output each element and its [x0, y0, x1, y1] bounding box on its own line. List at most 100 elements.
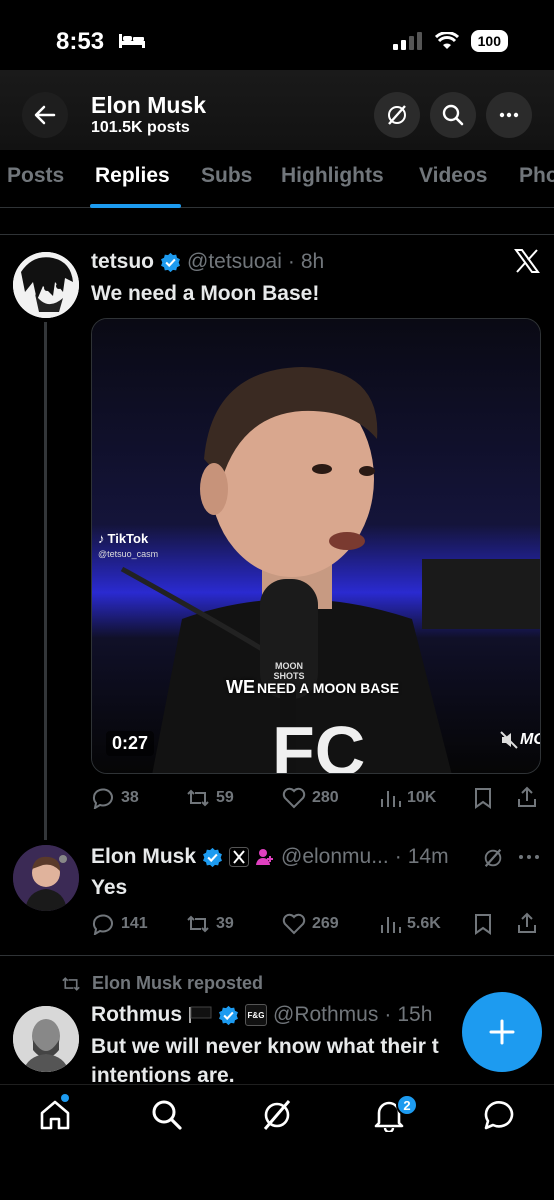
repost-icon — [187, 789, 209, 807]
search-button[interactable] — [430, 92, 476, 138]
author-name[interactable]: tetsuo — [91, 250, 154, 274]
share-icon[interactable] — [516, 912, 538, 934]
tweet-video[interactable]: MOON SHOTS FC ♪ TikTok @tetsuo_casm WE NE… — [91, 318, 541, 774]
caption-we: WE — [226, 677, 255, 697]
repost-button[interactable]: 39 — [186, 913, 234, 935]
author-handle[interactable]: @elonmu... — [281, 845, 389, 869]
tweet-time: 8h — [300, 250, 325, 273]
like-button[interactable]: 280 — [282, 787, 339, 809]
divider — [0, 955, 554, 956]
search-icon[interactable] — [150, 1098, 184, 1132]
view-count: 5.6K — [407, 915, 441, 932]
separator-dot: · — [384, 1003, 392, 1026]
more-options-button[interactable] — [486, 92, 532, 138]
repost-icon — [187, 915, 209, 933]
mute-button[interactable]: MO — [500, 731, 540, 749]
tweet-text: We need a Moon Base! — [91, 282, 320, 305]
tweet2-header: Elon Musk @elonmu... · 14m — [91, 845, 449, 869]
author-name[interactable]: Elon Musk — [91, 845, 196, 869]
grok-icon[interactable] — [260, 1098, 294, 1132]
verified-badge-icon — [219, 1005, 238, 1025]
tiktok-watermark: ♪ TikTok — [98, 531, 148, 546]
tweet-time: 14m — [407, 845, 449, 868]
tiktok-icon: ♪ — [98, 531, 105, 546]
messages-icon[interactable] — [482, 1098, 516, 1132]
like-button[interactable]: 269 — [282, 913, 339, 935]
tab-videos[interactable]: Videos — [419, 164, 487, 188]
wifi-icon — [434, 32, 459, 49]
home-icon[interactable] — [38, 1098, 72, 1132]
grok-icon[interactable] — [482, 847, 504, 869]
repost-label: Elon Musk reposted — [92, 973, 264, 993]
compose-button[interactable] — [462, 992, 542, 1072]
tab-highlights[interactable]: Highlights — [281, 164, 384, 188]
status-icons: 100 — [392, 30, 508, 52]
avatar-image — [13, 252, 79, 318]
views-icon — [381, 917, 401, 933]
home-unread-dot — [61, 1094, 69, 1102]
x-logo-icon — [514, 249, 540, 273]
repost-icon — [62, 976, 80, 991]
tweet1-header: tetsuo @tetsuoai · 8h — [91, 250, 324, 274]
avatar-rothmus[interactable] — [13, 1006, 79, 1072]
post-count: 101.5K posts — [91, 119, 190, 136]
tweet-text: Yes — [91, 876, 128, 899]
tab-replies[interactable]: Replies — [95, 164, 170, 188]
reply-icon — [92, 914, 113, 935]
repost-count: 59 — [216, 789, 234, 806]
black-flag-icon — [189, 1006, 212, 1023]
back-button[interactable] — [22, 92, 68, 138]
signal-icon — [392, 32, 422, 50]
affiliate-badge: F&G — [245, 1004, 267, 1026]
repost-button[interactable]: 59 — [186, 787, 234, 809]
avatar-tetsuo[interactable] — [13, 252, 79, 318]
bookmark-icon[interactable] — [473, 913, 493, 935]
sleep-mode-icon — [119, 34, 145, 48]
tweet-text-line1: But we will never know what their t — [91, 1035, 439, 1058]
like-count: 280 — [312, 789, 339, 806]
caption-rest: NEED A MOON BASE — [257, 680, 400, 696]
view-count: 10K — [407, 789, 437, 806]
views-button[interactable]: 5.6K — [379, 913, 441, 935]
active-tab-indicator — [90, 204, 181, 208]
tab-posts[interactable]: Posts — [7, 164, 64, 188]
reply-button[interactable]: 38 — [91, 787, 139, 809]
author-handle[interactable]: @Rothmus — [273, 1003, 378, 1027]
reply-icon — [92, 788, 113, 809]
bookmark-icon[interactable] — [473, 787, 493, 809]
notifications-badge: 2 — [396, 1094, 418, 1116]
grok-button[interactable] — [374, 92, 420, 138]
video-caption: WE NEED A MOON BASE — [226, 677, 399, 698]
thread-connector — [44, 322, 47, 840]
verified-badge-icon — [161, 252, 180, 272]
video-thumbnail: MOON SHOTS FC — [92, 319, 540, 774]
divider — [0, 234, 554, 235]
share-icon[interactable] — [516, 786, 538, 808]
like-count: 269 — [312, 915, 339, 932]
shirt-text: FC — [272, 712, 365, 774]
author-handle[interactable]: @tetsuoai — [187, 250, 282, 274]
reply-button[interactable]: 141 — [91, 913, 148, 935]
tweet3-header: Rothmus F&G @Rothmus · 15h — [91, 1003, 432, 1027]
more-icon — [499, 112, 519, 118]
back-arrow-icon — [34, 105, 56, 125]
author-name[interactable]: Rothmus — [91, 1003, 182, 1027]
separator-dot: · — [287, 250, 295, 273]
mic-label: MOON — [275, 661, 303, 671]
tiktok-user: @tetsuo_casm — [98, 549, 159, 559]
x-affiliate-badge-icon — [229, 847, 250, 867]
tab-subs[interactable]: Subs — [201, 164, 252, 188]
battery-indicator: 100 — [470, 30, 508, 52]
status-time: 8:53 — [56, 28, 105, 55]
grok-icon — [388, 105, 406, 125]
views-button[interactable]: 10K — [379, 787, 436, 809]
reply-count: 141 — [121, 915, 148, 932]
avatar-image — [13, 845, 79, 911]
more-icon[interactable] — [518, 849, 540, 865]
avatar-elon[interactable] — [13, 845, 79, 911]
tab-photos[interactable]: Pho — [519, 164, 554, 188]
verified-badge-icon — [203, 847, 222, 867]
tiktok-label: TikTok — [107, 531, 149, 546]
video-duration: 0:27 — [106, 731, 155, 756]
plus-icon — [489, 1019, 515, 1045]
